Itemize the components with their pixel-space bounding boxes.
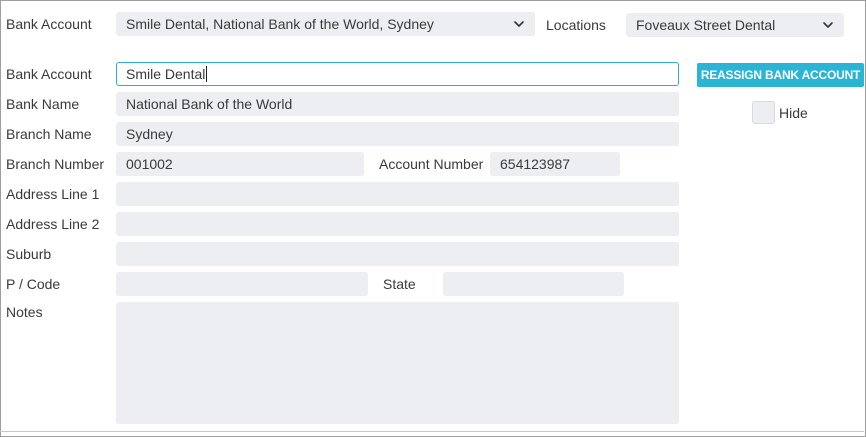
panel-bottom-divider bbox=[0, 431, 864, 432]
branch-name-input[interactable]: Sydney bbox=[116, 122, 679, 146]
address-line2-label: Address Line 2 bbox=[6, 216, 100, 232]
address-line1-label: Address Line 1 bbox=[6, 186, 100, 202]
locations-select-value: Foveaux Street Dental bbox=[636, 17, 776, 33]
branch-name-label: Branch Name bbox=[6, 126, 92, 142]
notes-textarea[interactable] bbox=[116, 302, 679, 424]
state-input[interactable] bbox=[443, 272, 624, 296]
postcode-input[interactable] bbox=[116, 272, 368, 296]
notes-label: Notes bbox=[6, 304, 43, 320]
hide-label: Hide bbox=[779, 105, 808, 121]
suburb-label: Suburb bbox=[6, 246, 52, 262]
text-cursor bbox=[206, 66, 208, 83]
address-line2-input[interactable] bbox=[116, 212, 679, 236]
bank-account-select[interactable]: Smile Dental, National Bank of the World… bbox=[116, 12, 535, 36]
address-line1-input[interactable] bbox=[116, 182, 679, 206]
account-number-label: Account Number bbox=[379, 156, 484, 172]
branch-number-input[interactable]: 001002 bbox=[116, 152, 364, 176]
bank-account-select-label: Bank Account bbox=[6, 16, 92, 32]
state-label: State bbox=[383, 276, 416, 292]
bank-account-input-value: Smile Dental bbox=[126, 66, 206, 82]
account-number-input[interactable]: 654123987 bbox=[490, 152, 620, 176]
reassign-bank-account-button[interactable]: REASSIGN BANK ACCOUNT bbox=[697, 63, 864, 87]
suburb-input[interactable] bbox=[116, 242, 679, 266]
bank-name-label: Bank Name bbox=[6, 96, 80, 112]
hide-checkbox[interactable] bbox=[752, 101, 775, 124]
chevron-down-icon bbox=[823, 22, 833, 28]
postcode-label: P / Code bbox=[6, 276, 61, 292]
locations-label: Locations bbox=[546, 17, 606, 33]
bank-account-input[interactable]: Smile Dental bbox=[116, 62, 679, 86]
bank-account-select-value: Smile Dental, National Bank of the World… bbox=[126, 16, 434, 32]
bank-name-input[interactable]: National Bank of the World bbox=[116, 92, 679, 116]
chevron-down-icon bbox=[514, 21, 524, 27]
bank-account-label: Bank Account bbox=[6, 66, 92, 82]
branch-number-label: Branch Number bbox=[6, 156, 105, 172]
locations-select[interactable]: Foveaux Street Dental bbox=[626, 13, 844, 37]
